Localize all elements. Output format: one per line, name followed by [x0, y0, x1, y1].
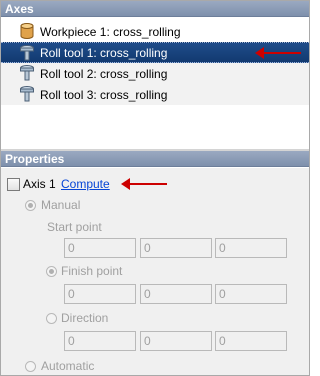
finish-point-radio[interactable] — [46, 266, 57, 277]
axes-tree[interactable]: Workpiece 1: cross_rolling Roll tool 1: … — [1, 18, 309, 151]
compute-link[interactable]: Compute — [61, 177, 110, 191]
direction-radio[interactable] — [46, 313, 57, 324]
roll-tool-icon — [20, 65, 34, 81]
axis-1-label: Axis 1 — [23, 177, 56, 191]
start-point-z-field[interactable] — [215, 238, 287, 258]
automatic-label: Automatic — [41, 359, 95, 373]
finish-point-label: Finish point — [61, 264, 123, 278]
automatic-radio[interactable] — [25, 361, 36, 372]
direction-label: Direction — [61, 311, 109, 325]
start-point-x-field[interactable] — [64, 238, 136, 258]
start-point-y-field[interactable] — [140, 238, 212, 258]
axis-1-checkbox[interactable] — [7, 178, 20, 191]
workpiece-icon — [20, 23, 34, 39]
axes-properties-panel: Axes Workpiece 1: cross_rolling Roll too… — [0, 0, 310, 376]
roll-tool-icon — [20, 86, 34, 102]
tree-item-label: Roll tool 2: cross_rolling — [40, 66, 168, 81]
properties-panel: Axis 1 Compute Manual Start point Finish… — [1, 168, 309, 375]
direction-z-field[interactable] — [215, 331, 287, 351]
tree-item-label: Roll tool 1: cross_rolling — [40, 45, 168, 60]
roll-tool-icon — [20, 45, 34, 61]
tree-item-roll-tool-3[interactable]: Roll tool 3: cross_rolling — [1, 84, 309, 105]
annotation-arrow — [255, 47, 301, 59]
annotation-arrow — [121, 178, 167, 190]
axes-section-header: Axes — [1, 1, 309, 17]
direction-y-field[interactable] — [140, 331, 212, 351]
tree-item-label: Workpiece 1: cross_rolling — [40, 24, 181, 39]
direction-x-field[interactable] — [64, 331, 136, 351]
tree-item-label: Roll tool 3: cross_rolling — [40, 87, 168, 102]
properties-section-header: Properties — [1, 151, 309, 167]
manual-label: Manual — [41, 198, 81, 212]
start-point-label: Start point — [47, 220, 102, 234]
tree-item-workpiece-1[interactable]: Workpiece 1: cross_rolling — [1, 21, 309, 42]
finish-point-z-field[interactable] — [215, 284, 287, 304]
finish-point-y-field[interactable] — [140, 284, 212, 304]
tree-item-roll-tool-2[interactable]: Roll tool 2: cross_rolling — [1, 63, 309, 84]
manual-radio[interactable] — [25, 200, 36, 211]
finish-point-x-field[interactable] — [64, 284, 136, 304]
